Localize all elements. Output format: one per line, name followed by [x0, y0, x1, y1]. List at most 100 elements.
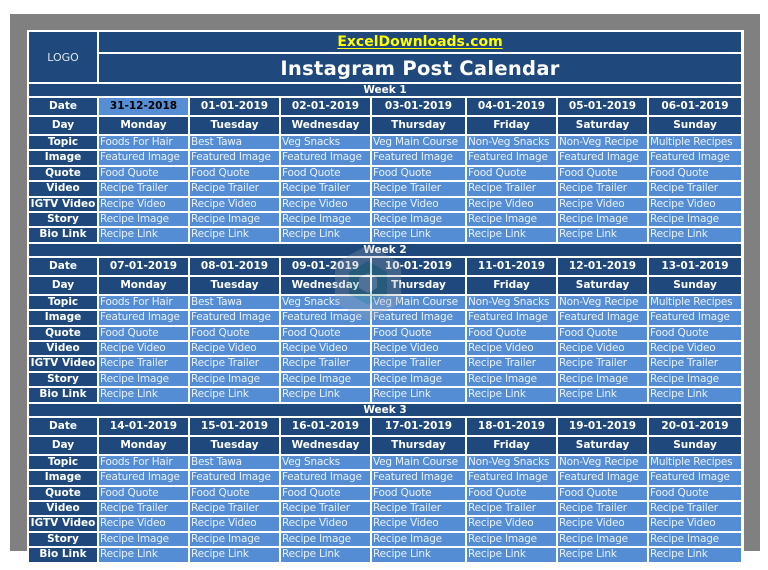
story-cell[interactable]: Recipe Image — [99, 213, 188, 227]
date-cell[interactable]: 10-01-2019 — [372, 257, 465, 275]
day-name-cell[interactable]: Thursday — [372, 117, 465, 134]
story-cell[interactable]: Recipe Image — [467, 372, 556, 387]
igtv-cell[interactable]: Recipe Video — [281, 197, 370, 212]
date-cell[interactable]: 11-01-2019 — [467, 257, 556, 275]
igtv-cell[interactable]: Recipe Trailer — [99, 357, 188, 371]
video-cell[interactable]: Recipe Trailer — [649, 501, 742, 516]
story-cell[interactable]: Recipe Image — [281, 372, 370, 387]
bio-cell[interactable]: Recipe Link — [281, 228, 370, 242]
day-name-cell[interactable]: Wednesday — [281, 436, 370, 454]
story-cell[interactable]: Recipe Image — [190, 372, 279, 387]
topic-cell[interactable]: Veg Snacks — [281, 136, 370, 150]
topic-cell[interactable]: Multiple Recipes — [649, 455, 742, 470]
date-cell[interactable]: 08-01-2019 — [190, 257, 279, 275]
igtv-cell[interactable]: Recipe Trailer — [190, 357, 279, 371]
topic-cell[interactable]: Foods For Hair — [99, 455, 188, 470]
image-cell[interactable]: Featured Image — [467, 151, 556, 165]
igtv-cell[interactable]: Recipe Video — [372, 197, 465, 212]
topic-cell[interactable]: Best Tawa — [190, 455, 279, 470]
video-cell[interactable]: Recipe Trailer — [467, 501, 556, 516]
story-cell[interactable]: Recipe Image — [190, 213, 279, 227]
image-cell[interactable]: Featured Image — [99, 151, 188, 165]
date-cell[interactable]: 02-01-2019 — [281, 98, 370, 115]
quote-cell[interactable]: Food Quote — [99, 326, 188, 341]
date-cell[interactable]: 14-01-2019 — [99, 417, 188, 435]
topic-cell[interactable]: Best Tawa — [190, 295, 279, 310]
video-cell[interactable]: Recipe Video — [372, 342, 465, 356]
topic-cell[interactable]: Non-Veg Recipe — [558, 455, 647, 470]
quote-cell[interactable]: Food Quote — [649, 326, 742, 341]
igtv-cell[interactable]: Recipe Video — [190, 517, 279, 531]
story-cell[interactable]: Recipe Image — [281, 213, 370, 227]
bio-cell[interactable]: Recipe Link — [372, 548, 465, 562]
day-name-cell[interactable]: Sunday — [649, 276, 742, 294]
igtv-cell[interactable]: Recipe Video — [99, 197, 188, 212]
bio-cell[interactable]: Recipe Link — [649, 388, 742, 402]
image-cell[interactable]: Featured Image — [281, 151, 370, 165]
story-cell[interactable]: Recipe Image — [372, 372, 465, 387]
quote-cell[interactable]: Food Quote — [558, 486, 647, 500]
date-cell[interactable]: 03-01-2019 — [372, 98, 465, 115]
topic-cell[interactable]: Non-Veg Recipe — [558, 136, 647, 150]
bio-cell[interactable]: Recipe Link — [467, 548, 556, 562]
quote-cell[interactable]: Food Quote — [558, 166, 647, 181]
day-name-cell[interactable]: Monday — [99, 436, 188, 454]
day-name-cell[interactable]: Monday — [99, 117, 188, 134]
bio-cell[interactable]: Recipe Link — [558, 548, 647, 562]
image-cell[interactable]: Featured Image — [190, 311, 279, 325]
day-name-cell[interactable]: Wednesday — [281, 276, 370, 294]
story-cell[interactable]: Recipe Image — [99, 372, 188, 387]
igtv-cell[interactable]: Recipe Video — [372, 517, 465, 531]
quote-cell[interactable]: Food Quote — [467, 486, 556, 500]
bio-cell[interactable]: Recipe Link — [99, 548, 188, 562]
quote-cell[interactable]: Food Quote — [649, 486, 742, 500]
day-name-cell[interactable]: Sunday — [649, 117, 742, 134]
day-name-cell[interactable]: Thursday — [372, 276, 465, 294]
topic-cell[interactable]: Foods For Hair — [99, 136, 188, 150]
date-cell[interactable]: 05-01-2019 — [558, 98, 647, 115]
igtv-cell[interactable]: Recipe Video — [190, 197, 279, 212]
bio-cell[interactable]: Recipe Link — [99, 388, 188, 402]
igtv-cell[interactable]: Recipe Video — [467, 197, 556, 212]
bio-cell[interactable]: Recipe Link — [558, 388, 647, 402]
quote-cell[interactable]: Food Quote — [372, 486, 465, 500]
topic-cell[interactable]: Veg Main Course — [372, 136, 465, 150]
date-cell[interactable]: 07-01-2019 — [99, 257, 188, 275]
quote-cell[interactable]: Food Quote — [649, 166, 742, 181]
date-cell[interactable]: 13-01-2019 — [649, 257, 742, 275]
image-cell[interactable]: Featured Image — [372, 311, 465, 325]
topic-cell[interactable]: Multiple Recipes — [649, 136, 742, 150]
bio-cell[interactable]: Recipe Link — [372, 228, 465, 242]
image-cell[interactable]: Featured Image — [190, 151, 279, 165]
topic-cell[interactable]: Foods For Hair — [99, 295, 188, 310]
day-name-cell[interactable]: Saturday — [558, 436, 647, 454]
bio-cell[interactable]: Recipe Link — [99, 228, 188, 242]
story-cell[interactable]: Recipe Image — [467, 532, 556, 547]
story-cell[interactable]: Recipe Image — [372, 213, 465, 227]
video-cell[interactable]: Recipe Trailer — [281, 501, 370, 516]
story-cell[interactable]: Recipe Image — [649, 213, 742, 227]
video-cell[interactable]: Recipe Trailer — [190, 501, 279, 516]
story-cell[interactable]: Recipe Image — [558, 213, 647, 227]
video-cell[interactable]: Recipe Video — [99, 342, 188, 356]
story-cell[interactable]: Recipe Image — [372, 532, 465, 547]
day-name-cell[interactable]: Friday — [467, 276, 556, 294]
story-cell[interactable]: Recipe Image — [281, 532, 370, 547]
bio-cell[interactable]: Recipe Link — [281, 548, 370, 562]
topic-cell[interactable]: Non-Veg Recipe — [558, 295, 647, 310]
video-cell[interactable]: Recipe Video — [281, 342, 370, 356]
igtv-cell[interactable]: Recipe Video — [649, 197, 742, 212]
bio-cell[interactable]: Recipe Link — [190, 548, 279, 562]
bio-cell[interactable]: Recipe Link — [558, 228, 647, 242]
image-cell[interactable]: Featured Image — [558, 311, 647, 325]
video-cell[interactable]: Recipe Trailer — [372, 501, 465, 516]
video-cell[interactable]: Recipe Video — [649, 342, 742, 356]
bio-cell[interactable]: Recipe Link — [649, 228, 742, 242]
day-name-cell[interactable]: Tuesday — [190, 436, 279, 454]
image-cell[interactable]: Featured Image — [281, 471, 370, 485]
video-cell[interactable]: Recipe Trailer — [281, 182, 370, 196]
site-link[interactable]: ExcelDownloads.com — [337, 34, 502, 50]
quote-cell[interactable]: Food Quote — [190, 166, 279, 181]
topic-cell[interactable]: Veg Snacks — [281, 455, 370, 470]
igtv-cell[interactable]: Recipe Video — [558, 517, 647, 531]
